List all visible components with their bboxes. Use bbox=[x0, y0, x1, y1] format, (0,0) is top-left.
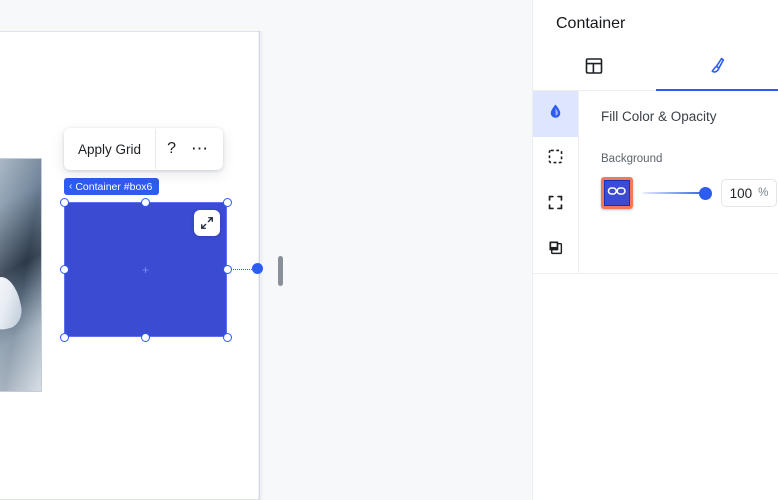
selected-container-box[interactable]: + bbox=[64, 202, 227, 337]
paint-brush-icon bbox=[707, 56, 727, 81]
opacity-value-input[interactable]: 100 % bbox=[721, 179, 777, 207]
opacity-value: 100 bbox=[729, 185, 753, 201]
drop-indicator-bar bbox=[278, 256, 283, 286]
background-label: Background bbox=[601, 153, 663, 165]
section-title: Fill Color & Opacity bbox=[601, 109, 717, 124]
opacity-slider-thumb[interactable] bbox=[699, 187, 712, 200]
corner-brackets-icon bbox=[547, 194, 564, 216]
layers-stack-icon bbox=[547, 239, 564, 261]
rail-item-selection[interactable] bbox=[533, 137, 578, 183]
opacity-unit: % bbox=[758, 187, 769, 199]
resize-handle-top-left[interactable] bbox=[59, 197, 69, 207]
resize-handle-middle-right[interactable] bbox=[222, 264, 232, 274]
page-title: Container bbox=[556, 14, 626, 32]
center-marker-icon: + bbox=[141, 262, 150, 277]
selection-badge[interactable]: ‹ Container #box6 bbox=[64, 178, 160, 195]
properties-panel: Container Fill Color & Opacity Backgroun… bbox=[532, 0, 778, 500]
dashed-square-icon bbox=[547, 148, 564, 170]
resize-handle-bottom-right[interactable] bbox=[222, 332, 232, 342]
tab-layout[interactable] bbox=[533, 47, 656, 90]
rail-item-fill[interactable] bbox=[533, 91, 578, 137]
drag-target-dot[interactable] bbox=[252, 263, 263, 274]
resize-handle-top-center[interactable] bbox=[140, 197, 150, 207]
panel-tabs bbox=[533, 47, 778, 91]
rail-item-bounds[interactable] bbox=[533, 182, 578, 228]
opacity-slider-track bbox=[643, 191, 707, 195]
droplet-icon bbox=[547, 103, 564, 125]
tab-style[interactable] bbox=[655, 47, 778, 91]
background-color-swatch[interactable] bbox=[601, 177, 633, 209]
chain-link-icon bbox=[607, 184, 627, 202]
panel-divider bbox=[533, 273, 778, 274]
help-icon[interactable]: ? bbox=[156, 128, 187, 170]
resize-handle-top-right[interactable] bbox=[222, 197, 232, 207]
panel-body: Fill Color & Opacity Background 100 % bbox=[533, 91, 778, 273]
opacity-slider[interactable] bbox=[643, 186, 712, 200]
drag-connector-line bbox=[231, 268, 254, 270]
floating-toolbar: Apply Grid ? ⋯ bbox=[64, 128, 224, 170]
resize-handle-bottom-center[interactable] bbox=[140, 332, 150, 342]
panel-header: Container bbox=[533, 0, 778, 47]
app-root: Apply Grid ? ⋯ ‹ Container #box6 + Conta… bbox=[0, 0, 778, 500]
resize-handle-bottom-left[interactable] bbox=[59, 332, 69, 342]
chevron-left-icon: ‹ bbox=[69, 181, 73, 192]
layout-grid-icon bbox=[584, 56, 604, 81]
resize-expand-button[interactable] bbox=[194, 210, 220, 236]
panel-content: Fill Color & Opacity Background 100 % bbox=[579, 91, 778, 273]
panel-icon-rail bbox=[533, 91, 579, 273]
image-element[interactable] bbox=[0, 158, 42, 392]
apply-grid-button[interactable]: Apply Grid bbox=[64, 128, 155, 170]
selection-badge-label: Container #box6 bbox=[75, 180, 153, 193]
resize-handle-middle-left[interactable] bbox=[59, 264, 69, 274]
more-options-icon[interactable]: ⋯ bbox=[187, 128, 223, 170]
fill-controls-row: 100 % bbox=[601, 177, 778, 209]
canvas-area[interactable]: Apply Grid ? ⋯ ‹ Container #box6 + bbox=[0, 0, 532, 500]
swatch-fill bbox=[604, 180, 630, 206]
rail-item-layers[interactable] bbox=[533, 228, 578, 274]
